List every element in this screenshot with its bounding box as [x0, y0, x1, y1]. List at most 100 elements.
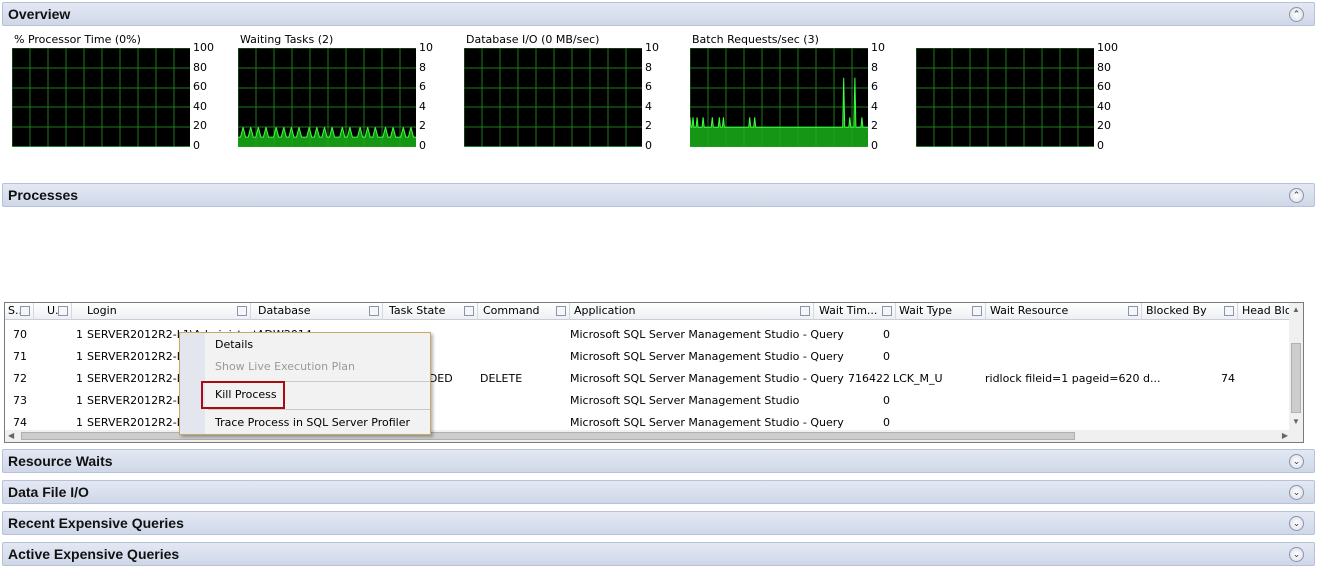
- y-tick-label: 40: [1097, 99, 1111, 113]
- processes-header[interactable]: Processes ⌃: [2, 183, 1315, 207]
- column-header[interactable]: Application: [571, 303, 814, 320]
- cell-wait: 716422: [848, 372, 890, 385]
- cell-s: 72: [13, 372, 27, 385]
- menu-kill-process[interactable]: Kill Process: [215, 388, 277, 401]
- collapse-icon[interactable]: ⌃: [1289, 188, 1304, 203]
- scroll-up-icon[interactable]: ▲: [1292, 305, 1300, 314]
- cell-u: 1: [76, 372, 83, 385]
- column-header[interactable]: Login: [84, 303, 251, 320]
- cell-cmd: DELETE: [480, 372, 523, 385]
- scroll-down-icon[interactable]: ▼: [1292, 417, 1300, 426]
- overview-header[interactable]: Overview ⌃: [2, 2, 1315, 26]
- y-tick-label: 0: [645, 139, 652, 152]
- y-tick-label: 100: [1097, 41, 1118, 54]
- y-tick-label: 10: [419, 41, 433, 54]
- cell-wtype: LCK_M_U: [893, 372, 943, 385]
- cell-wait: 0: [883, 328, 890, 341]
- scroll-left-icon[interactable]: ◀: [8, 431, 14, 440]
- y-tick-label: 4: [645, 99, 652, 113]
- filter-icon[interactable]: [882, 306, 892, 316]
- menu-details[interactable]: Details: [215, 338, 253, 351]
- y-tick-label: 8: [419, 60, 426, 74]
- cell-app: Microsoft SQL Server Management Studio -…: [570, 350, 844, 363]
- y-tick-label: 2: [419, 119, 426, 133]
- expand-icon[interactable]: ⌄: [1289, 547, 1304, 562]
- y-tick-label: 10: [871, 41, 885, 54]
- vertical-scrollbar[interactable]: ▲ ▼: [1289, 303, 1303, 442]
- resource-waits-title: Resource Waits: [8, 453, 113, 469]
- expand-icon[interactable]: ⌄: [1289, 454, 1304, 469]
- chart-plot: [12, 48, 190, 147]
- cell-s: 73: [13, 394, 27, 407]
- column-header-label: Task State: [389, 304, 446, 317]
- y-tick-label: 2: [645, 119, 652, 133]
- y-tick-label: 6: [419, 80, 426, 94]
- filter-icon[interactable]: [464, 306, 474, 316]
- filter-icon[interactable]: [800, 306, 810, 316]
- y-tick-label: 80: [193, 60, 207, 74]
- chart-plot: [690, 48, 868, 147]
- active-expensive-header[interactable]: Active Expensive Queries ⌄: [2, 542, 1315, 566]
- recent-expensive-header[interactable]: Recent Expensive Queries ⌄: [2, 511, 1315, 535]
- filter-icon[interactable]: [1224, 306, 1234, 316]
- filter-icon[interactable]: [58, 306, 68, 316]
- cell-app: Microsoft SQL Server Management Studio: [570, 394, 800, 407]
- column-header-label: Login: [87, 304, 117, 317]
- cell-app: Microsoft SQL Server Management Studio -…: [570, 416, 844, 429]
- y-tick-label: 0: [193, 139, 200, 152]
- processes-title: Processes: [8, 187, 79, 203]
- resource-waits-header[interactable]: Resource Waits ⌄: [2, 449, 1315, 473]
- cell-app: Microsoft SQL Server Management Studio -…: [570, 372, 844, 385]
- y-tick-label: 6: [871, 80, 878, 94]
- y-tick-label: 0: [1097, 139, 1104, 152]
- scroll-thumb[interactable]: [1291, 343, 1301, 413]
- column-header-label: Command: [483, 304, 540, 317]
- context-menu: Details Show Live Execution Plan Kill Pr…: [179, 332, 431, 435]
- filter-icon[interactable]: [20, 306, 30, 316]
- chart-plot: [238, 48, 416, 147]
- column-header-label: Database: [258, 304, 311, 317]
- column-header[interactable]: Wait Resource: [987, 303, 1142, 320]
- expand-icon[interactable]: ⌄: [1289, 485, 1304, 500]
- cell-s: 74: [13, 416, 27, 429]
- collapse-icon[interactable]: ⌃: [1289, 7, 1304, 22]
- filter-icon[interactable]: [972, 306, 982, 316]
- column-header-label: Blocked By: [1146, 304, 1207, 317]
- cell-u: 1: [76, 394, 83, 407]
- chart-plot: [916, 48, 1094, 147]
- cell-u: 1: [76, 350, 83, 363]
- grid-header: S... U... Login Database Task State Command Ap…: [5, 303, 1303, 320]
- expand-icon[interactable]: ⌄: [1289, 516, 1304, 531]
- y-tick-label: 2: [871, 119, 878, 133]
- cell-wres: ridlock fileid=1 pageid=620 d...: [985, 372, 1161, 385]
- overview-title: Overview: [8, 6, 71, 22]
- cell-wait: 0: [883, 416, 890, 429]
- menu-show-live-plan: Show Live Execution Plan: [215, 360, 356, 373]
- cell-app: Microsoft SQL Server Management Studio -…: [570, 328, 844, 341]
- cell-u: 1: [76, 416, 83, 429]
- data-file-io-title: Data File I/O: [8, 484, 89, 500]
- cell-blocked: 74: [1221, 372, 1235, 385]
- column-header[interactable]: Database: [255, 303, 383, 320]
- filter-icon[interactable]: [556, 306, 566, 316]
- scroll-right-icon[interactable]: ▶: [1282, 431, 1288, 440]
- y-tick-label: 40: [193, 99, 207, 113]
- y-tick-label: 60: [1097, 80, 1111, 94]
- filter-icon[interactable]: [369, 306, 379, 316]
- y-tick-label: 8: [645, 60, 652, 74]
- y-tick-label: 80: [1097, 60, 1111, 74]
- recent-expensive-title: Recent Expensive Queries: [8, 515, 184, 531]
- chart-plot: [464, 48, 642, 147]
- data-file-io-header[interactable]: Data File I/O ⌄: [2, 480, 1315, 504]
- y-tick-label: 0: [871, 139, 878, 152]
- y-tick-label: 6: [645, 80, 652, 94]
- column-header-label: Wait Tim...: [819, 304, 878, 317]
- menu-trace-process[interactable]: Trace Process in SQL Server Profiler: [215, 416, 410, 429]
- y-tick-label: 10: [645, 41, 659, 54]
- column-header-label: Wait Resource: [990, 304, 1069, 317]
- active-expensive-title: Active Expensive Queries: [8, 546, 180, 562]
- filter-icon[interactable]: [237, 306, 247, 316]
- filter-icon[interactable]: [1128, 306, 1138, 316]
- column-header-label: Application: [574, 304, 636, 317]
- cell-u: 1: [76, 328, 83, 341]
